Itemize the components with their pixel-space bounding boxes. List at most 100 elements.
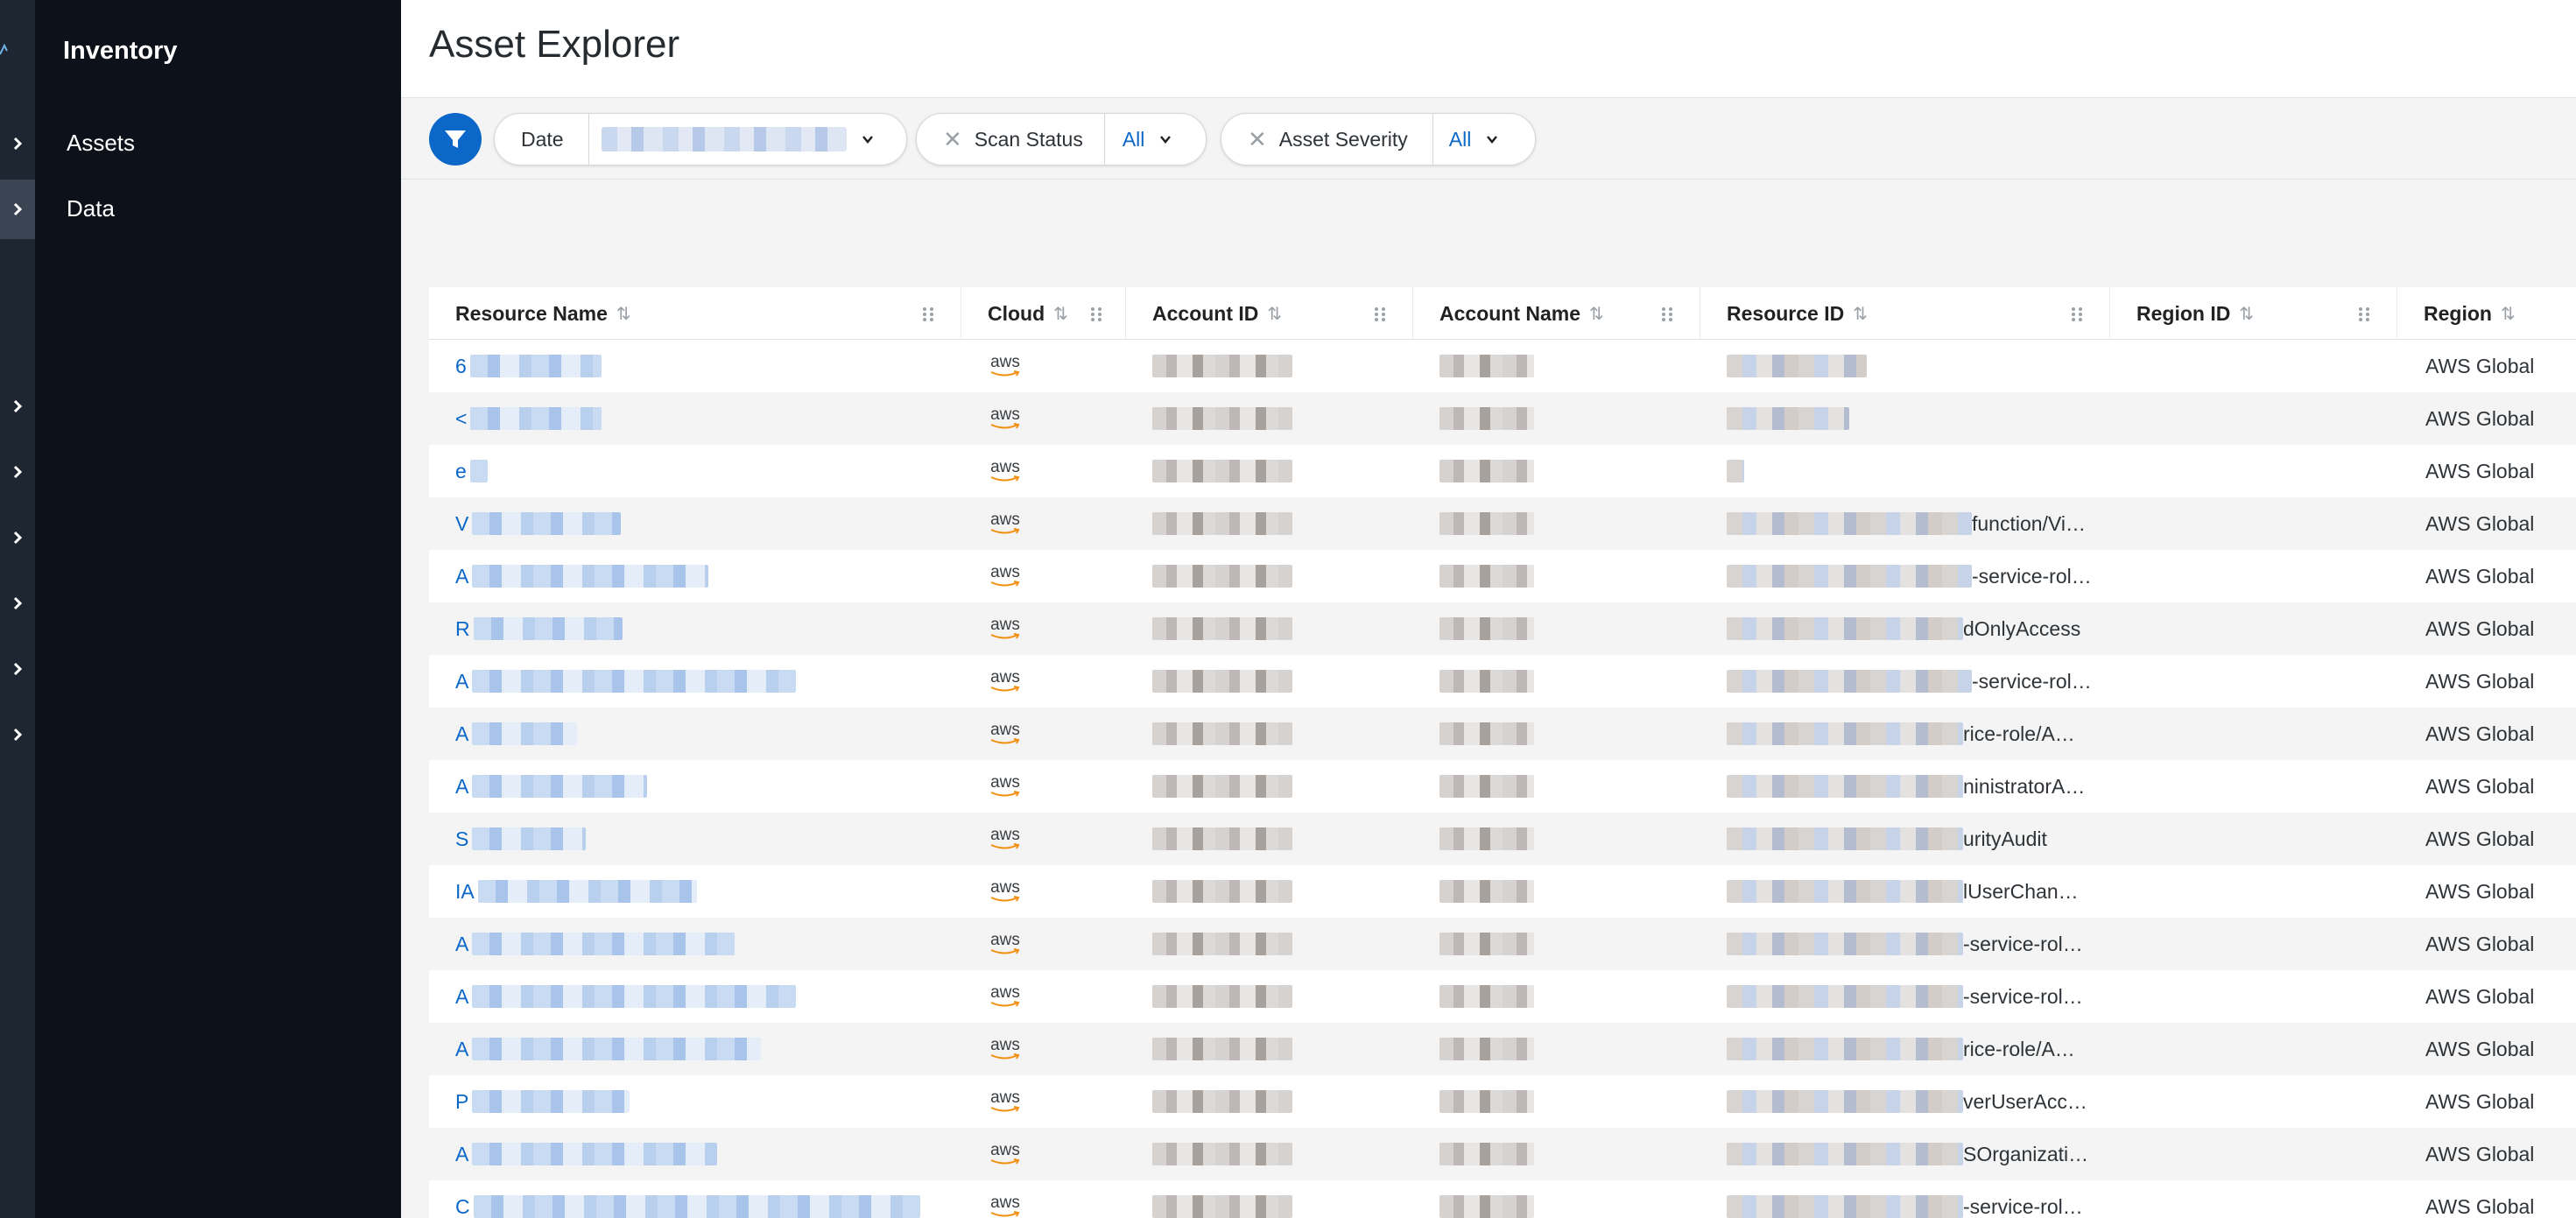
resource-name-link[interactable]: 6 xyxy=(455,355,467,378)
resource-name-link[interactable]: S xyxy=(455,827,468,851)
sidebar-item-assets[interactable]: Assets xyxy=(67,130,135,157)
drag-handle-icon[interactable] xyxy=(1374,306,1386,322)
resource-name-cell[interactable]: P xyxy=(455,1075,946,1128)
table-row[interactable]: 6 aws AWS Global xyxy=(429,340,2576,392)
resource-name-cell[interactable]: A xyxy=(455,1128,946,1180)
drag-handle-icon[interactable] xyxy=(922,306,934,322)
resource-name-cell[interactable]: A xyxy=(455,970,946,1023)
chevron-down-icon[interactable] xyxy=(861,132,875,146)
region-cell: AWS Global xyxy=(2425,760,2576,813)
resource-name-link[interactable]: < xyxy=(455,407,467,431)
resource-id-cell: rice-role/A… xyxy=(1727,708,2094,760)
redacted-value xyxy=(472,1143,718,1165)
column-header-region[interactable]: Region ⇅ xyxy=(2397,287,2576,340)
resource-name-cell[interactable]: A xyxy=(455,918,946,970)
resource-name-cell[interactable]: < xyxy=(455,392,946,445)
drag-handle-icon[interactable] xyxy=(1661,306,1673,322)
scan-status-filter[interactable]: ✕ Scan Status All xyxy=(916,113,1207,165)
column-header-cloud[interactable]: Cloud ⇅ xyxy=(961,287,1126,340)
table-row[interactable]: < aws AWS Global xyxy=(429,392,2576,445)
resource-name-link[interactable]: A xyxy=(455,565,468,588)
column-header-account-id[interactable]: Account ID ⇅ xyxy=(1126,287,1413,340)
resource-name-link[interactable]: V xyxy=(455,512,468,536)
resource-name-cell[interactable]: C xyxy=(455,1180,946,1218)
resource-name-cell[interactable]: A xyxy=(455,708,946,760)
resource-name-cell[interactable]: e xyxy=(455,445,946,497)
table-row[interactable]: Aaws rice-role/A… AWS Global xyxy=(429,1023,2576,1075)
table-row[interactable]: Aaws -service-rol… AWS Global xyxy=(429,970,2576,1023)
filter-button[interactable] xyxy=(429,113,482,165)
sort-icon[interactable]: ⇅ xyxy=(616,303,631,325)
close-icon[interactable]: ✕ xyxy=(943,126,962,153)
table-row[interactable]: e aws AWS Global xyxy=(429,445,2576,497)
resource-name-cell[interactable]: IA xyxy=(455,865,946,918)
resource-name-link[interactable]: A xyxy=(455,775,468,799)
rail-expand-6[interactable] xyxy=(0,574,35,633)
table-row[interactable]: Paws verUserAcc… AWS Global xyxy=(429,1075,2576,1128)
table-row[interactable]: Aaws SOrganizati… AWS Global xyxy=(429,1128,2576,1180)
scan-status-value[interactable]: All xyxy=(1123,128,1145,151)
resource-name-cell[interactable]: V xyxy=(455,497,946,550)
rail-expand-1[interactable] xyxy=(0,114,35,173)
resource-name-cell[interactable]: A xyxy=(455,1023,946,1075)
region-id-cell xyxy=(2136,918,2382,970)
rail-expand-8[interactable] xyxy=(0,705,35,764)
table-row[interactable]: IA aws lUserChan… AWS Global xyxy=(429,865,2576,918)
date-filter[interactable]: Date xyxy=(494,113,907,165)
resource-name-link[interactable]: P xyxy=(455,1090,468,1114)
column-header-resource-name[interactable]: Resource Name ⇅ xyxy=(429,287,961,340)
sort-icon[interactable]: ⇅ xyxy=(1053,303,1068,325)
drag-handle-icon[interactable] xyxy=(2358,306,2370,322)
resource-name-link[interactable]: e xyxy=(455,460,467,483)
table-row[interactable]: Saws urityAudit AWS Global xyxy=(429,813,2576,865)
table-row[interactable]: Vaws function/Vi… AWS Global xyxy=(429,497,2576,550)
column-header-region-id[interactable]: Region ID ⇅ xyxy=(2110,287,2397,340)
sort-icon[interactable]: ⇅ xyxy=(2239,303,2254,325)
table-row[interactable]: Caws -service-rol… AWS Global xyxy=(429,1180,2576,1218)
sort-icon[interactable]: ⇅ xyxy=(1589,303,1604,325)
redacted-value xyxy=(1152,565,1292,588)
resource-name-cell[interactable]: A xyxy=(455,655,946,708)
resource-name-link[interactable]: A xyxy=(455,1143,468,1166)
column-header-account-name[interactable]: Account Name ⇅ xyxy=(1413,287,1700,340)
resource-name-cell[interactable]: 6 xyxy=(455,340,946,392)
resource-name-link[interactable]: R xyxy=(455,617,470,641)
table-row[interactable]: Aaws rice-role/A… AWS Global xyxy=(429,708,2576,760)
rail-expand-5[interactable] xyxy=(0,508,35,567)
chevron-down-icon[interactable] xyxy=(1485,132,1499,146)
asset-severity-value[interactable]: All xyxy=(1449,128,1472,151)
rail-expand-7[interactable] xyxy=(0,639,35,699)
resource-name-cell[interactable]: S xyxy=(455,813,946,865)
drag-handle-icon[interactable] xyxy=(1090,306,1102,322)
table-row[interactable]: Aaws -service-rol… AWS Global xyxy=(429,550,2576,602)
close-icon[interactable]: ✕ xyxy=(1248,126,1267,153)
chevron-down-icon[interactable] xyxy=(1158,132,1172,146)
sort-icon[interactable]: ⇅ xyxy=(2501,303,2516,325)
resource-name-link[interactable]: A xyxy=(455,933,468,956)
sort-icon[interactable]: ⇅ xyxy=(1267,303,1282,325)
sort-icon[interactable]: ⇅ xyxy=(1853,303,1868,325)
redacted-value xyxy=(469,355,602,377)
table-row[interactable]: Aaws -service-rol… AWS Global xyxy=(429,655,2576,708)
rail-expand-4[interactable] xyxy=(0,442,35,502)
resource-name-cell[interactable]: A xyxy=(455,550,946,602)
drag-handle-icon[interactable] xyxy=(2071,306,2083,322)
resource-name-cell[interactable]: A xyxy=(455,760,946,813)
account-id-cell xyxy=(1152,918,1380,970)
table-row[interactable]: Aaws -service-rol… AWS Global xyxy=(429,918,2576,970)
rail-expand-2[interactable] xyxy=(0,180,35,239)
table-row[interactable]: Raws dOnlyAccess AWS Global xyxy=(429,602,2576,655)
sidebar-item-data[interactable]: Data xyxy=(67,195,115,222)
rail-expand-3[interactable] xyxy=(0,377,35,436)
resource-name-link[interactable]: C xyxy=(455,1195,470,1218)
resource-name-link[interactable]: IA xyxy=(455,880,475,904)
column-header-resource-id[interactable]: Resource ID ⇅ xyxy=(1700,287,2110,340)
table-row[interactable]: Aaws ninistratorA… AWS Global xyxy=(429,760,2576,813)
resource-name-link[interactable]: A xyxy=(455,985,468,1009)
asset-severity-filter[interactable]: ✕ Asset Severity All xyxy=(1221,113,1536,165)
resource-name-cell[interactable]: R xyxy=(455,602,946,655)
resource-name-link[interactable]: A xyxy=(455,722,468,746)
resource-name-link[interactable]: A xyxy=(455,670,468,693)
resource-name-link[interactable]: A xyxy=(455,1038,468,1061)
redacted-value xyxy=(1439,933,1534,955)
